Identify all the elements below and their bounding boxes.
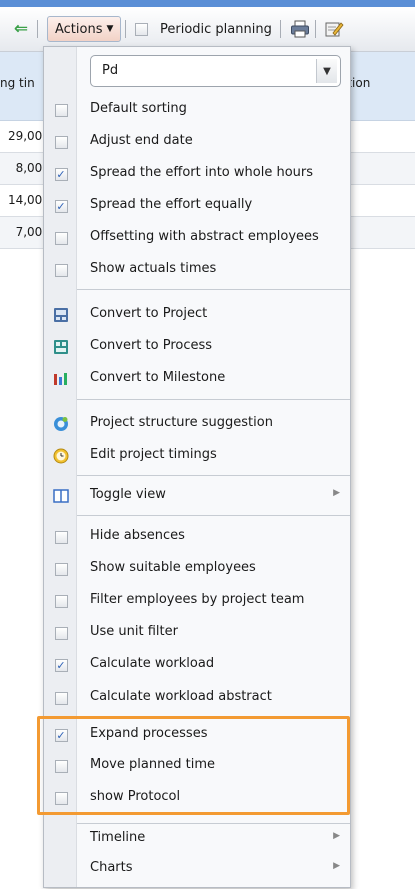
- checkbox-icon: ✓: [54, 199, 68, 213]
- menu-item-convert-project[interactable]: Convert to Project: [44, 299, 350, 331]
- menu-separator: [77, 515, 350, 516]
- structure-suggestion-icon: [53, 416, 69, 432]
- menu-item-label: Calculate workload abstract: [90, 689, 272, 704]
- menu-item-show-suitable-employees[interactable]: Show suitable employees: [44, 553, 350, 585]
- checkbox-icon: [54, 562, 68, 576]
- menu-item-label: Hide absences: [90, 528, 185, 543]
- menu-item-label: Convert to Project: [90, 306, 208, 321]
- checkbox-icon: ✓: [54, 167, 68, 181]
- periodic-planning-checkbox[interactable]: [134, 7, 148, 51]
- menu-item-label: Filter employees by project team: [90, 592, 305, 607]
- chevron-down-icon[interactable]: ▼: [316, 59, 337, 83]
- menu-item-label: Charts: [90, 860, 133, 875]
- actions-menu-button[interactable]: Actions ▼: [47, 16, 122, 42]
- clock-icon: [53, 448, 69, 464]
- menu-item-label: Show suitable employees: [90, 560, 256, 575]
- project-icon: [53, 307, 69, 323]
- menu-item-offsetting-abstract[interactable]: Offsetting with abstract employees: [44, 222, 350, 254]
- checkbox-icon: [54, 103, 68, 117]
- menu-item-adjust-end-date[interactable]: Adjust end date: [44, 126, 350, 158]
- menu-separator: [77, 399, 350, 400]
- menu-item-calculate-workload-abstract[interactable]: Calculate workload abstract: [44, 682, 350, 714]
- menu-item-label: Convert to Process: [90, 338, 213, 353]
- print-icon[interactable]: [288, 7, 312, 51]
- menu-item-label: Show actuals times: [90, 261, 217, 276]
- checkbox-icon: ✓: [54, 658, 68, 672]
- menu-item-label: Use unit filter: [90, 624, 178, 639]
- menu-item-hide-absences[interactable]: Hide absences: [44, 521, 350, 553]
- checkbox-icon: [54, 691, 68, 705]
- checkbox-icon: [54, 231, 68, 245]
- checkbox-icon: [54, 530, 68, 544]
- header-strip: [0, 0, 415, 7]
- view-select[interactable]: Pd ▼: [90, 55, 341, 87]
- caret-down-icon: ▼: [106, 24, 114, 34]
- menu-item-label: Toggle view: [90, 487, 166, 502]
- menu-separator: [77, 475, 350, 476]
- menu-item-convert-process[interactable]: Convert to Process: [44, 331, 350, 363]
- menu-item-filter-by-team[interactable]: Filter employees by project team: [44, 585, 350, 617]
- menu-item-label: Offsetting with abstract employees: [90, 229, 319, 244]
- menu-item-edit-timings[interactable]: Edit project timings: [44, 440, 350, 472]
- menu-item-spread-whole-hours[interactable]: ✓ Spread the effort into whole hours: [44, 158, 350, 190]
- actions-button-label: Actions: [55, 21, 103, 37]
- menu-item-convert-milestone[interactable]: Convert to Milestone: [44, 363, 350, 395]
- table-cell: 29,00(: [7, 129, 47, 143]
- submenu-arrow-icon: ▶: [333, 861, 340, 871]
- menu-item-spread-equally[interactable]: ✓ Spread the effort equally: [44, 190, 350, 222]
- toolbar-separator: [37, 20, 38, 38]
- checkbox-icon: [134, 22, 148, 36]
- split-view-icon: [53, 488, 69, 504]
- column-header[interactable]: ng tin: [0, 76, 35, 90]
- menu-item-charts[interactable]: Charts ▶: [44, 853, 350, 885]
- menu-item-label: Default sorting: [90, 101, 187, 116]
- toolbar-separator: [315, 20, 316, 38]
- menu-separator: [77, 289, 350, 290]
- process-icon: [53, 339, 69, 355]
- menu-item-label: Adjust end date: [90, 133, 193, 148]
- view-select-value: Pd: [102, 63, 119, 78]
- submenu-arrow-icon: ▶: [333, 831, 340, 841]
- menu-item-timeline[interactable]: Timeline ▶: [44, 823, 350, 855]
- checkbox-icon: [54, 626, 68, 640]
- toolbar-separator: [125, 20, 126, 38]
- toolbar-separator: [280, 20, 281, 38]
- menu-item-unit-filter[interactable]: Use unit filter: [44, 617, 350, 649]
- menu-item-calculate-workload[interactable]: ✓ Calculate workload: [44, 649, 350, 681]
- menu-item-label: Calculate workload: [90, 656, 215, 671]
- menu-item-toggle-view[interactable]: Toggle view ▶: [44, 480, 350, 512]
- menu-item-label: Spread the effort into whole hours: [90, 165, 314, 180]
- checkbox-icon: [54, 594, 68, 608]
- edit-icon[interactable]: [322, 7, 346, 51]
- menu-item-label: Timeline: [90, 830, 146, 845]
- checkbox-icon: [54, 135, 68, 149]
- back-arrow-icon[interactable]: ⇐: [10, 7, 32, 51]
- menu-item-label: Spread the effort equally: [90, 197, 253, 212]
- table-cell: 14,00(: [7, 193, 47, 207]
- milestone-icon: [53, 371, 69, 387]
- checkbox-icon: [54, 263, 68, 277]
- submenu-arrow-icon: ▶: [333, 488, 340, 498]
- menu-item-label: Convert to Milestone: [90, 370, 226, 385]
- menu-item-label: Edit project timings: [90, 447, 217, 462]
- menu-item-label: Project structure suggestion: [90, 415, 273, 430]
- menu-item-structure-suggestion[interactable]: Project structure suggestion: [44, 408, 350, 440]
- menu-item-show-actuals[interactable]: Show actuals times: [44, 254, 350, 286]
- menu-item-default-sorting[interactable]: Default sorting: [44, 94, 350, 126]
- highlight-box: [37, 716, 350, 815]
- periodic-planning-label[interactable]: Periodic planning: [160, 7, 272, 51]
